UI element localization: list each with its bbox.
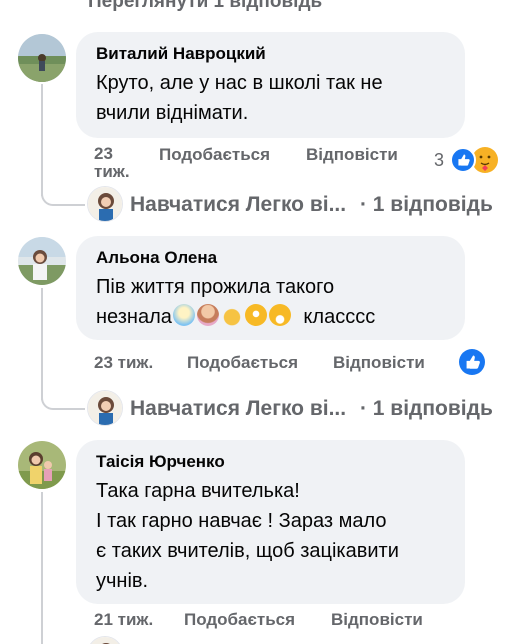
timestamp-value: 23 xyxy=(94,144,113,163)
index-pointing-up-emoji xyxy=(220,304,243,326)
like-icon[interactable] xyxy=(459,349,485,375)
avatar[interactable] xyxy=(18,34,66,82)
comment-author[interactable]: Таісія Юрченко xyxy=(96,451,445,473)
replies-count: · 1 відповідь xyxy=(359,193,493,216)
view-replies-link[interactable]: Навчатися Легко ві... · 1 відповідь xyxy=(130,396,493,422)
view-replies-link[interactable]: Переглянути 1 відповідь xyxy=(88,0,322,13)
like-button[interactable]: Подобається xyxy=(187,353,298,373)
comment-timestamp[interactable]: 21 тиж. xyxy=(94,610,153,630)
woman-tipping-hand-emoji xyxy=(196,304,219,326)
screaming-face-emoji xyxy=(172,304,195,326)
comment-text-line: Пів життя прожила такого xyxy=(96,276,335,298)
comment-text-line: вчили віднімати. xyxy=(96,102,249,124)
comment-text-line: І так гарно навчає ! Зараз мало xyxy=(96,510,387,532)
reply-author-avatar[interactable] xyxy=(87,390,123,426)
replies-author: Навчатися Легко ві... xyxy=(130,397,347,420)
replies-author: Навчатися Легко ві... xyxy=(130,193,347,216)
like-icon[interactable] xyxy=(450,147,476,173)
comment-text-line: є таких вчителів, щоб зацікавити xyxy=(96,540,399,562)
comment-text-line: Така гарна вчителька! xyxy=(96,480,300,502)
avatar[interactable] xyxy=(18,237,66,285)
comment-timestamp[interactable]: 23 тиж. xyxy=(94,145,130,181)
flushed-face-emoji xyxy=(244,304,267,326)
comment-timestamp[interactable]: 23 тиж. xyxy=(94,353,153,373)
comment-text-line: незнала класссс xyxy=(96,302,445,332)
reply-author-avatar[interactable] xyxy=(87,636,123,644)
reply-button[interactable]: Відповісти xyxy=(306,145,398,165)
reaction-count[interactable]: 3 xyxy=(434,150,444,170)
thread-connector xyxy=(41,172,85,206)
comment-author[interactable]: Альона Олена xyxy=(96,247,445,269)
like-button[interactable]: Подобається xyxy=(184,610,295,630)
avatar[interactable] xyxy=(18,441,66,489)
comment-bubble: Виталий Навроцкий Круто, але у нас в шко… xyxy=(76,32,465,138)
comment-text-line: учнів. xyxy=(96,570,149,592)
comment-bubble: Таісія Юрченко Така гарна вчителька! І т… xyxy=(76,440,465,604)
replies-count: · 1 відповідь xyxy=(359,397,493,420)
like-button[interactable]: Подобається xyxy=(159,145,270,165)
reply-button[interactable]: Відповісти xyxy=(331,610,423,630)
comment-author[interactable]: Виталий Навроцкий xyxy=(96,43,445,65)
comment-text-line: Круто, але у нас в школі так не xyxy=(96,72,383,94)
timestamp-unit: тиж. xyxy=(94,162,130,181)
comment-bubble: Альона Олена Пів життя прожила такого не… xyxy=(76,236,465,340)
view-replies-link[interactable]: Навчатися Легко ві... · 1 відповідь xyxy=(130,192,493,218)
thread-line xyxy=(41,492,43,644)
thread-connector xyxy=(41,376,85,410)
reply-button[interactable]: Відповісти xyxy=(333,353,425,373)
reply-author-avatar[interactable] xyxy=(87,186,123,222)
comment-text: незнала xyxy=(96,306,172,328)
comment-text: класссс xyxy=(303,306,376,328)
grinning-squinting-emoji xyxy=(268,304,291,326)
